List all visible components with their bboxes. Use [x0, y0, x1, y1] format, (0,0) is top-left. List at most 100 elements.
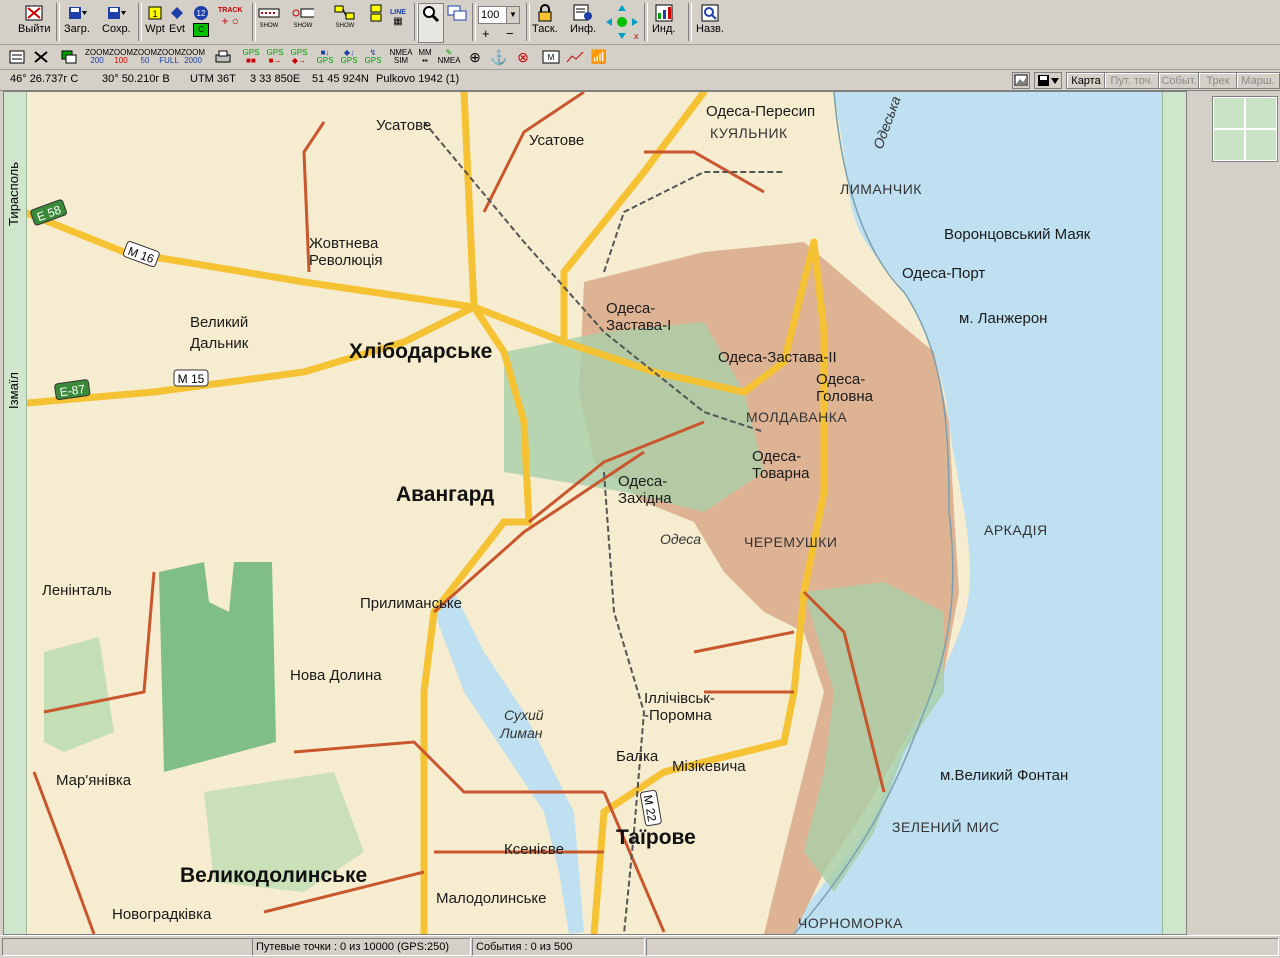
exit-icon [23, 3, 45, 23]
gps-button-2[interactable]: GPS ■→ [264, 47, 286, 67]
evt-number: 12 [197, 9, 206, 18]
minimap[interactable] [1212, 96, 1278, 162]
exit-button[interactable]: Выйти [18, 3, 51, 41]
windows-button[interactable] [446, 3, 468, 41]
edge-label-tiraspol: Тирасполь [6, 162, 21, 226]
zoom-out-icon[interactable]: − [506, 26, 514, 41]
event-icon [166, 3, 188, 23]
properties-icon[interactable] [6, 47, 28, 67]
nmea-sim-button[interactable]: NMEA SIM [389, 47, 412, 67]
waypoint-button[interactable]: 1 Wpt [144, 3, 166, 41]
load-icon [66, 3, 88, 23]
event-number-button[interactable]: 12 C [190, 3, 212, 41]
minimap-quadrant [1245, 129, 1277, 161]
crosshair-icon[interactable]: ⊕ [464, 47, 486, 67]
wpt-list-button[interactable] [366, 3, 388, 41]
print-icon[interactable] [212, 47, 234, 67]
tab-events[interactable]: Событ. [1158, 72, 1200, 89]
exit-label: Выйти [18, 23, 51, 35]
gps-button-3[interactable]: GPS ◆→ [288, 47, 310, 67]
zoom-full-button[interactable]: ZOOM FULL [157, 47, 181, 67]
line-button[interactable]: LINE ▦ [390, 3, 406, 41]
map-canvas[interactable] [4, 92, 1186, 934]
track-button[interactable]: TRACK + ○ [218, 3, 243, 41]
names-label: Назв. [696, 23, 724, 35]
zoom-50-button[interactable]: ZOOM 50 [133, 47, 157, 67]
map-info-icon[interactable]: M [540, 47, 562, 67]
names-button[interactable]: Назв. [696, 3, 724, 41]
pan-control[interactable]: x [604, 3, 640, 41]
signal-icon[interactable]: 📶 [588, 47, 610, 67]
layers-icon[interactable] [58, 47, 80, 67]
nmea-sim-bottom: SIM [393, 56, 409, 65]
anchor-icon[interactable]: ⚓ [488, 47, 510, 67]
zoom-in-icon[interactable]: + [482, 26, 490, 41]
zoom-200-button[interactable]: ZOOM 200 [85, 47, 109, 67]
green-patch [204, 772, 364, 892]
wpt-show-button[interactable]: SHOW [292, 3, 314, 41]
info-button[interactable]: Инф. [570, 3, 596, 41]
map-view[interactable]: Тирасполь Ізмаїл Усатове Усатове Одеса-Пер… [3, 91, 1187, 935]
tools-icon[interactable] [30, 47, 52, 67]
zoom-tool-button[interactable] [418, 3, 444, 43]
tab-map[interactable]: Карта [1066, 72, 1106, 89]
track-show-icon [258, 3, 280, 23]
indicator-label: Инд. [652, 23, 676, 35]
task-label: Таск. [532, 23, 558, 35]
tab-route[interactable]: Марш. [1236, 72, 1280, 89]
route-show-icon [334, 3, 356, 23]
event-number-icon: 12 [190, 3, 212, 23]
zoom-100-bottom: 100 [114, 56, 128, 65]
status-events: События : 0 из 500 [472, 938, 645, 956]
zoom-200-bottom: 200 [90, 56, 104, 65]
graph-icon[interactable] [564, 47, 586, 67]
secondary-toolbar: ZOOM 200 ZOOM 100 ZOOM 50 ZOOM FULL ZOOM 2000… [0, 45, 1280, 70]
save-map-icon[interactable] [1034, 72, 1062, 89]
green-patch [44, 637, 114, 752]
utm-zone: UTM 36T [190, 73, 236, 85]
waypoint-label: Wpt [145, 23, 165, 35]
svg-text:x: x [634, 31, 639, 41]
task-button[interactable]: Таск. [532, 3, 558, 41]
load-button[interactable]: Загр. [64, 3, 90, 41]
event-button[interactable]: Evt [166, 3, 188, 41]
save-icon [105, 3, 127, 23]
gps-track-button[interactable]: ↯ GPS [362, 47, 384, 67]
stop-icon[interactable]: ⊗ [512, 47, 534, 67]
tab-waypoints[interactable]: Пут. точ. [1104, 72, 1160, 89]
main-toolbar: Выйти Загр. Сохр. 1 Wpt Evt 12 C TRACK +… [0, 0, 1280, 45]
left-map-margin: Тирасполь Ізмаїл [4, 92, 27, 934]
datum-readout: Pulkovo 1942 (1) [376, 73, 460, 85]
track-show-button[interactable]: SHOW [258, 3, 280, 41]
toolbar-separator [252, 3, 256, 41]
coordinate-bar: 46° 26.737г С 30° 50.210г В UTM 36T 3 33… [0, 70, 1280, 91]
gps-button-4[interactable]: ■↓ GPS [314, 47, 336, 67]
latitude-readout: 46° 26.737г С [10, 73, 79, 85]
show-label-2: SHOW [293, 23, 313, 29]
tab-track[interactable]: Трек [1198, 72, 1238, 89]
forest-field [159, 562, 276, 772]
save-button[interactable]: Сохр. [102, 3, 131, 41]
wpt-number: 1 [152, 9, 157, 19]
save-label: Сохр. [102, 23, 131, 35]
magnifier-icon [420, 4, 442, 24]
gps-button-5[interactable]: ◆↓ GPS [338, 47, 360, 67]
zoom-2000-button[interactable]: ZOOM 2000 [181, 47, 205, 67]
map-image-icon[interactable] [1012, 72, 1030, 89]
show-label-3: SHOW [335, 23, 355, 29]
track-label: TRACK [218, 7, 243, 14]
gps-button-1[interactable]: GPS ■■ [240, 47, 262, 67]
nmea-button[interactable]: ✎ NMEA [437, 47, 460, 67]
zoom-full-bottom: FULL [159, 56, 179, 65]
show-label: SHOW [259, 23, 279, 29]
edge-label-izmail: Ізмаїл [6, 372, 21, 409]
status-empty [2, 938, 253, 956]
gps-label-5: GPS [340, 56, 358, 65]
mm-button[interactable]: MM ▪▪ [414, 47, 436, 67]
route-show-button[interactable]: SHOW [334, 3, 356, 41]
zoom-select[interactable]: 100 ▼ [478, 6, 520, 24]
gps-label-4: GPS [316, 56, 334, 65]
indicator-button[interactable]: Инд. [652, 3, 675, 41]
zoom-100-button[interactable]: ZOOM 100 [109, 47, 133, 67]
chevron-down-icon[interactable]: ▼ [506, 7, 519, 23]
